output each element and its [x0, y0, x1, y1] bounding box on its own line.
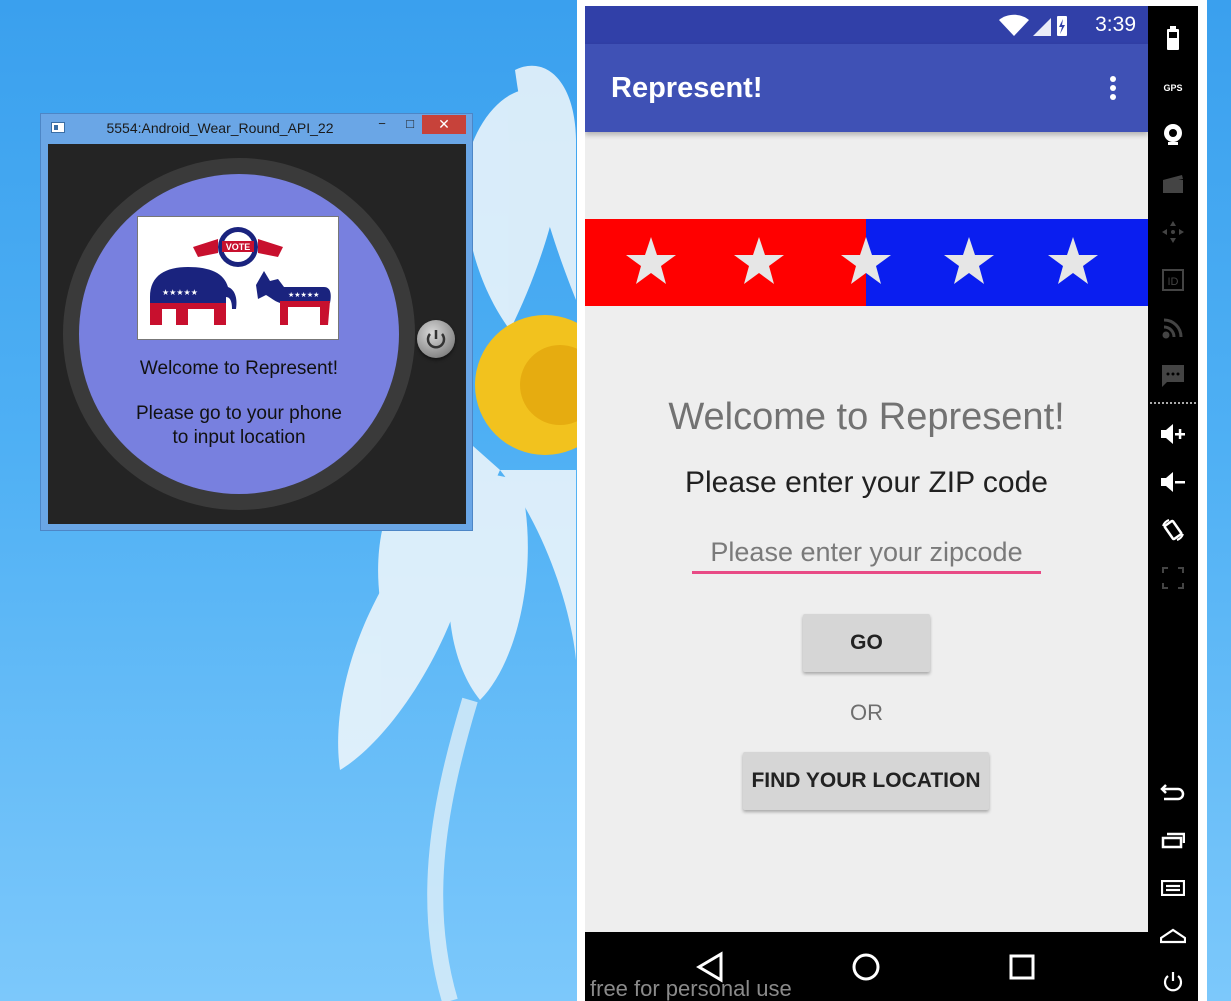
- wear-emulator-window: 5554:Android_Wear_Round_API_22 − □ ✕ VOT…: [40, 113, 473, 531]
- navigation-bar: free for personal use: [585, 932, 1148, 1001]
- window-titlebar[interactable]: 5554:Android_Wear_Round_API_22 − □ ✕: [41, 114, 472, 142]
- window-title: 5554:Android_Wear_Round_API_22: [106, 120, 334, 136]
- nav-home-icon[interactable]: [849, 950, 883, 984]
- cell-signal-icon: [1033, 18, 1051, 36]
- watch-instruction-text: Please go to your phone to input locatio…: [136, 403, 342, 448]
- battery-icon[interactable]: [1159, 24, 1187, 52]
- emulator-side-toolbar: GPS ID: [1148, 6, 1198, 1001]
- video-icon[interactable]: [1159, 170, 1187, 198]
- minimize-button[interactable]: −: [371, 116, 393, 134]
- status-time: 3:39: [1095, 13, 1136, 36]
- app-title: Represent!: [611, 72, 763, 104]
- camera-icon[interactable]: [1159, 120, 1187, 148]
- power-icon[interactable]: [1159, 968, 1187, 996]
- nav-recents-icon[interactable]: [1005, 950, 1039, 984]
- watch-power-button[interactable]: [417, 320, 455, 358]
- toolbar-separator: [1150, 402, 1196, 404]
- overflow-menu-icon[interactable]: [1105, 74, 1121, 104]
- volume-down-icon[interactable]: [1159, 468, 1187, 496]
- phone-screen: 3:39 Represent! Welcome to Represent! Pl…: [585, 6, 1148, 1001]
- zip-prompt: Please enter your ZIP code: [685, 466, 1048, 499]
- vote-illustration: VOTE ★★★★★ ★★★★★: [150, 227, 331, 325]
- rss-icon[interactable]: [1159, 314, 1187, 342]
- or-separator: OR: [850, 700, 883, 725]
- app-bar: Represent!: [585, 44, 1148, 132]
- rotate-icon[interactable]: [1159, 516, 1187, 544]
- scale-icon[interactable]: [1159, 564, 1187, 592]
- power-icon: [426, 330, 446, 349]
- menu-icon[interactable]: [1159, 874, 1187, 902]
- flag-banner: [585, 219, 1148, 306]
- vote-party-image: VOTE ★★★★★ ★★★★★: [137, 216, 339, 340]
- svg-text:★★★★★: ★★★★★: [288, 291, 319, 299]
- home-icon[interactable]: [1159, 922, 1187, 950]
- svg-text:VOTE: VOTE: [226, 242, 251, 252]
- status-bar: 3:39: [585, 6, 1148, 44]
- watch-welcome-text: Welcome to Represent!: [139, 358, 339, 379]
- wear-screen: VOTE ★★★★★ ★★★★★ Welcome to Represent! P…: [48, 144, 466, 524]
- watermark-text: free for personal use: [590, 976, 792, 1001]
- maximize-button[interactable]: □: [399, 116, 421, 134]
- svg-text:ID: ID: [1168, 276, 1179, 288]
- find-location-button[interactable]: FIND YOUR LOCATION: [743, 752, 989, 810]
- signal-icons: [999, 14, 1067, 36]
- gps-icon[interactable]: GPS: [1159, 74, 1187, 102]
- go-button[interactable]: GO: [803, 614, 930, 672]
- sms-icon[interactable]: [1159, 362, 1187, 390]
- window-app-icon: [51, 122, 65, 133]
- close-button[interactable]: ✕: [422, 115, 466, 134]
- zipcode-input[interactable]: [692, 534, 1041, 574]
- svg-text:★★★★★: ★★★★★: [162, 288, 198, 297]
- id-icon[interactable]: ID: [1159, 266, 1187, 294]
- volume-up-icon[interactable]: [1159, 420, 1187, 448]
- wifi-icon: [999, 14, 1029, 36]
- recents-icon[interactable]: [1159, 826, 1187, 854]
- welcome-heading: Welcome to Represent!: [668, 396, 1065, 438]
- back-icon[interactable]: [1159, 778, 1187, 806]
- dpad-icon[interactable]: [1159, 218, 1187, 246]
